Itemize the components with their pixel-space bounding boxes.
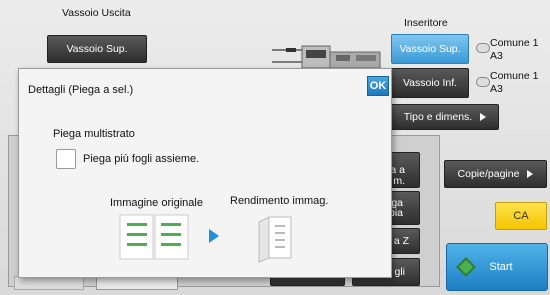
multilayer-fold-heading: Piega multistrato [53, 128, 135, 140]
multi-sheet-fold-checkbox[interactable] [56, 149, 76, 169]
original-image-label: Immagine originale [110, 197, 203, 209]
copies-pages-button[interactable]: Copie/pagine [444, 160, 547, 188]
partial-button-3-label: a Z [393, 235, 409, 247]
ok-button[interactable]: OK [367, 76, 389, 96]
inserter-upper-paper-size: A3 [490, 50, 503, 62]
inserter-upper-paper-type: Comune 1 [490, 37, 539, 49]
arrow-right-icon [209, 229, 219, 243]
preview-thumbnail [14, 276, 84, 290]
copy-screen: Vassoio Uscita Vassoio Sup. Inseritore V… [0, 0, 550, 295]
copies-pages-label: Copie/pagine [457, 168, 520, 180]
inserter-upper-tray-button[interactable]: Vassoio Sup. [391, 34, 469, 64]
inserter-lower-paper-type: Comune 1 [490, 70, 539, 82]
output-tray-label: Vassoio Uscita [62, 7, 131, 19]
paper-icon [476, 77, 490, 87]
partial-button-1-label-b: m. [393, 175, 405, 187]
dialog-title: Dettagli (Piega a sel.) [28, 84, 134, 96]
multi-sheet-fold-label: Piega più fogli assieme. [83, 153, 200, 165]
ca-button[interactable]: CA [495, 202, 547, 230]
inserter-label: Inseritore [404, 17, 448, 29]
paper-icon [476, 43, 490, 53]
partial-button-4-label: gli [394, 266, 405, 278]
arrow-right-icon [527, 170, 534, 178]
output-tray-button[interactable]: Vassoio Sup. [47, 35, 147, 63]
inserter-lower-tray-button[interactable]: Vassoio Inf. [391, 68, 469, 98]
output-image-label: Rendimento immag. [230, 195, 329, 207]
arrow-right-icon [480, 113, 487, 121]
start-label: Start [489, 261, 513, 273]
type-size-button[interactable]: Tipo e dimens. [391, 104, 499, 130]
start-diamond-icon [456, 257, 476, 277]
original-pages-icon [119, 214, 189, 260]
folded-output-icon [255, 214, 295, 264]
inserter-lower-paper-size: A3 [490, 83, 503, 95]
preview-thumbnail [96, 276, 178, 290]
start-button[interactable]: Start [446, 243, 548, 291]
type-size-label: Tipo e dimens. [403, 111, 473, 123]
fold-details-dialog: Dettagli (Piega a sel.) OK Piega multist… [18, 68, 392, 278]
